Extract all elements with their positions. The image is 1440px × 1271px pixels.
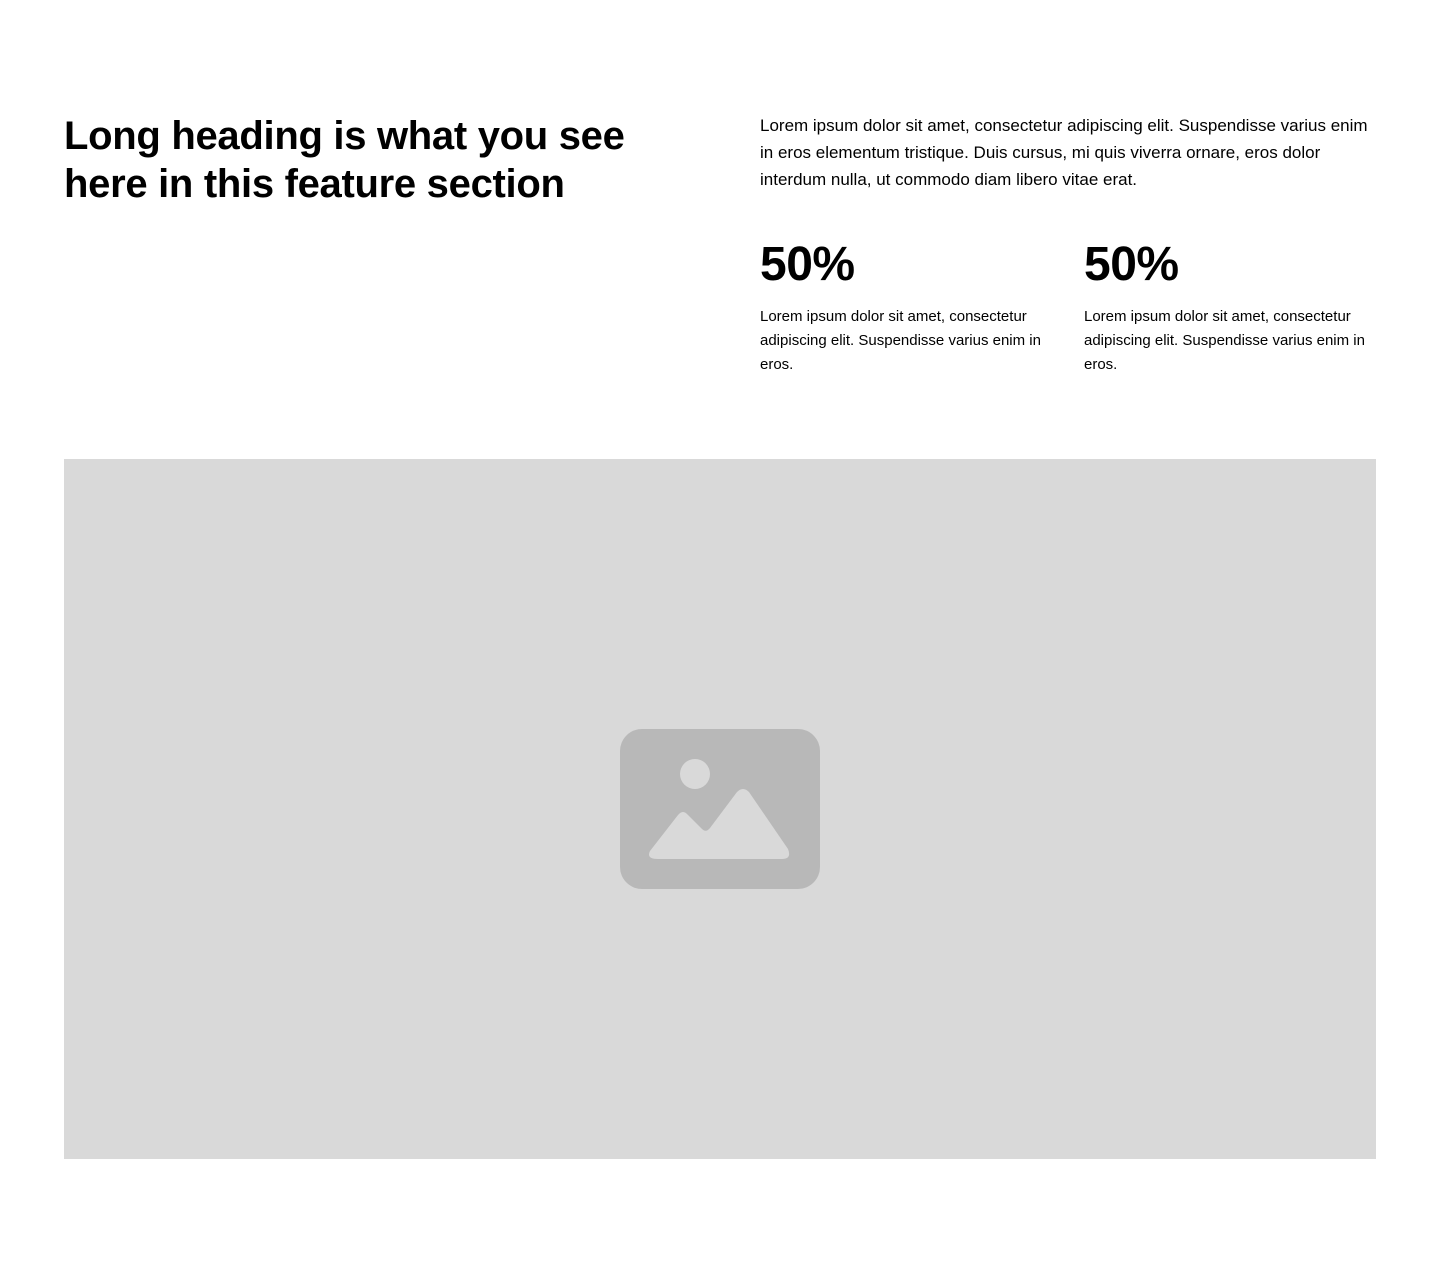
stat-value: 50% — [1084, 238, 1179, 291]
stat-description: Lorem ipsum dolor sit amet, consectetur … — [1084, 308, 1365, 373]
stat-item: 50% Lorem ipsum dolor sit amet, consecte… — [760, 237, 1052, 377]
stat-description: Lorem ipsum dolor sit amet, consectetur … — [760, 308, 1041, 373]
stat-value: 50% — [760, 238, 855, 291]
feature-image — [64, 459, 1376, 1159]
stats-list: 50% Lorem ipsum dolor sit amet, consecte… — [760, 237, 1376, 377]
feature-top-row: Long heading is what you see here in thi… — [64, 112, 1376, 377]
feature-intro: Lorem ipsum dolor sit amet, consectetur … — [760, 116, 1368, 189]
feature-content: Lorem ipsum dolor sit amet, consectetur … — [760, 112, 1376, 377]
image-placeholder-icon — [620, 729, 820, 889]
stat-item: 50% Lorem ipsum dolor sit amet, consecte… — [1084, 237, 1376, 377]
feature-section: Long heading is what you see here in thi… — [64, 112, 1376, 377]
feature-heading: Long heading is what you see here in thi… — [64, 114, 625, 206]
